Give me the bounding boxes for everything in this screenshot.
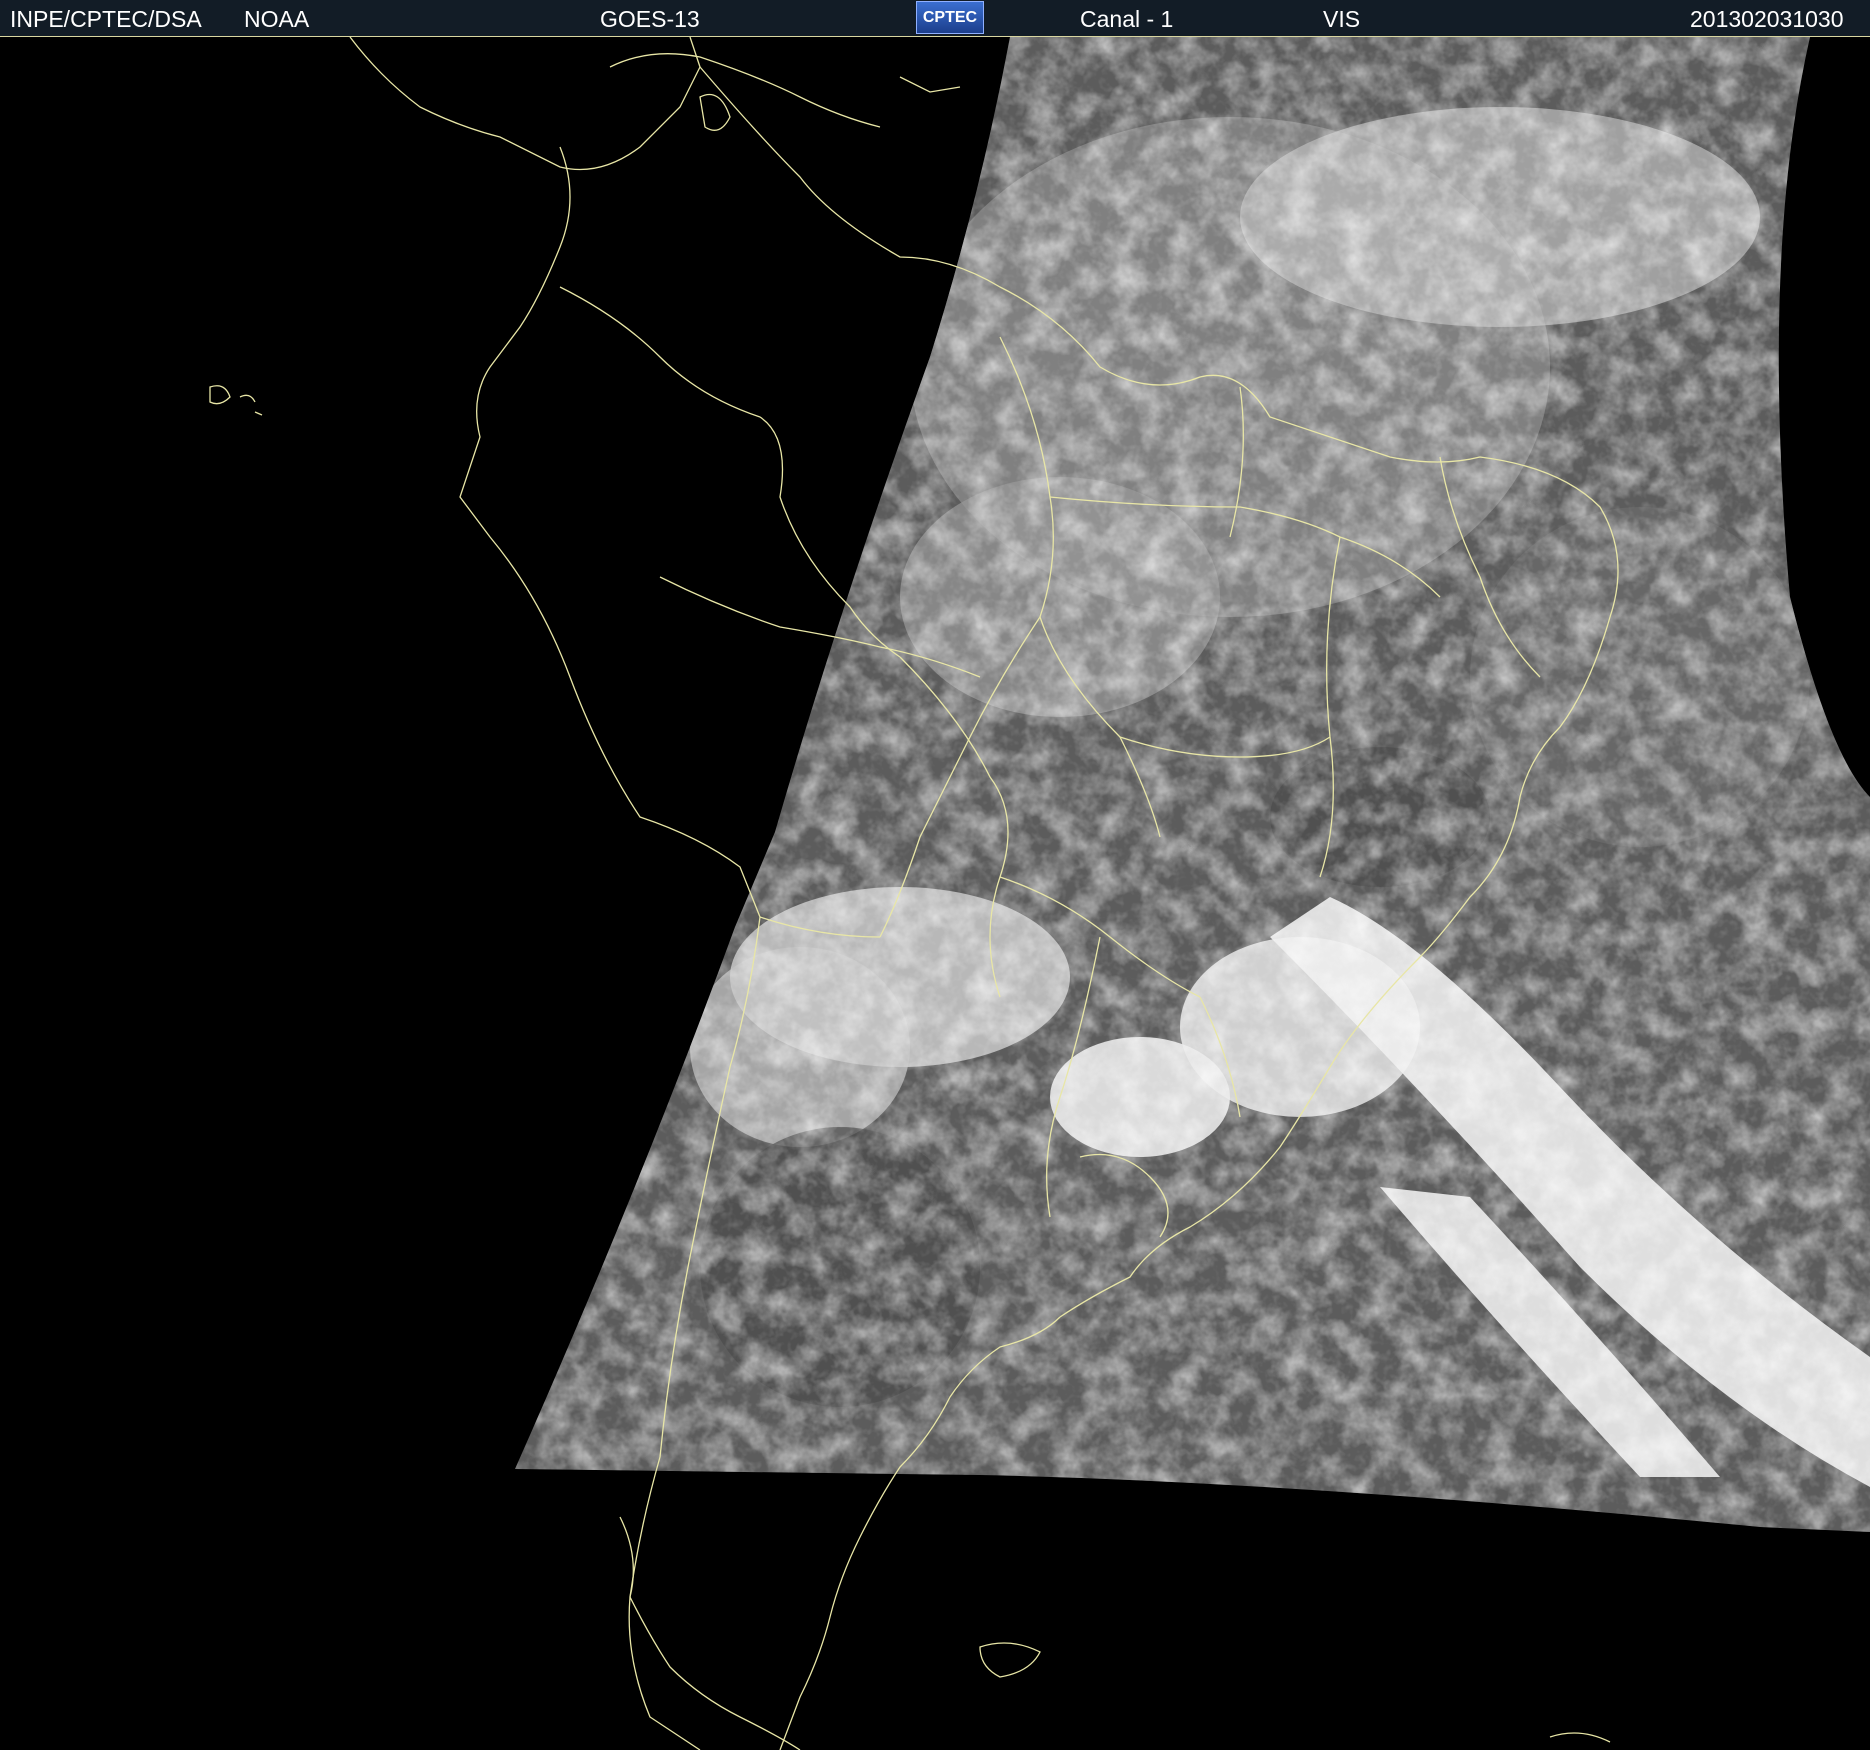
- band-label: VIS: [1323, 6, 1361, 32]
- channel-label: Canal - 1: [1080, 6, 1174, 32]
- source-label: NOAA: [244, 6, 310, 32]
- header-bar: INPE/CPTEC/DSA NOAA GOES-13 CPTEC Canal …: [0, 0, 1870, 37]
- agency-label: INPE/CPTEC/DSA: [10, 6, 202, 32]
- satellite-label: GOES-13: [600, 6, 700, 32]
- satellite-swath: [515, 37, 1870, 1532]
- cptec-logo: CPTEC: [916, 1, 984, 34]
- timestamp-label: 201302031030: [1690, 6, 1844, 32]
- satellite-image: [209, 37, 1870, 1750]
